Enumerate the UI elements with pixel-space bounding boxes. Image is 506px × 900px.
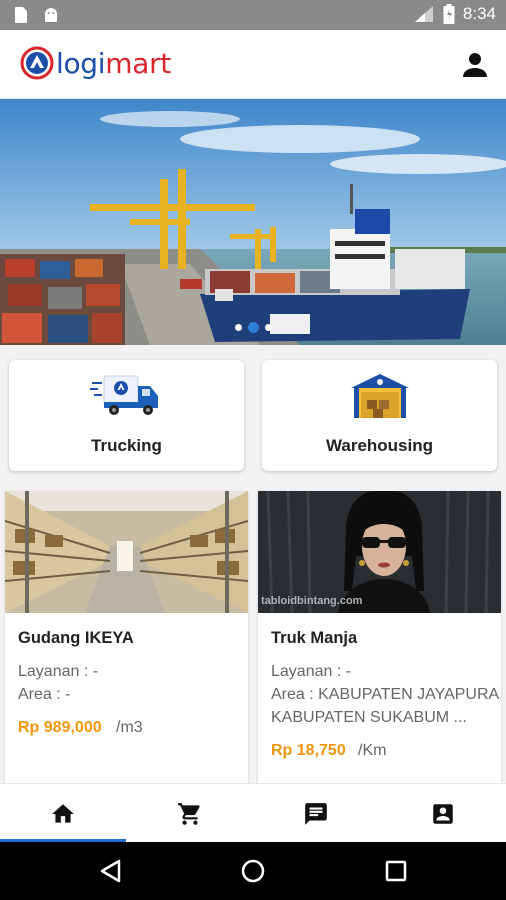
home-icon: [52, 803, 75, 823]
product-photo: tabloidbintang.com: [258, 491, 501, 613]
nav-chat[interactable]: [253, 784, 380, 843]
recents-icon[interactable]: [383, 858, 409, 884]
bottom-navigation: [0, 783, 506, 842]
product-area: Area : KABUPATEN JAYAPURA,: [271, 686, 501, 703]
sd-card-icon: [15, 7, 27, 23]
product-area-continued: KABUPATEN SUKABUM ...: [271, 709, 467, 726]
product-layanan: Layanan : -: [18, 663, 99, 680]
product-name: Truk Manja: [271, 629, 358, 647]
port-banner-image: [0, 99, 506, 345]
product-unit: /Km: [358, 742, 387, 759]
warehouse-photo: [5, 491, 248, 613]
product-card-truk-manja[interactable]: tabloidbintang.com Truk Manja Layanan : …: [258, 491, 501, 783]
product-name: Gudang IKEYA: [18, 629, 134, 647]
warehouse-icon: [350, 374, 409, 418]
banner-carousel[interactable]: [0, 99, 506, 345]
category-label: Warehousing: [325, 436, 434, 455]
chat-icon: [305, 802, 328, 825]
logimart-logo[interactable]: logimart: [20, 46, 171, 80]
category-label: Trucking: [91, 436, 162, 455]
product-price: Rp 18,750: [271, 742, 346, 759]
logo-text: logimart: [56, 46, 171, 80]
carousel-indicator: [0, 322, 506, 333]
android-icon: [45, 8, 57, 22]
category-trucking-card[interactable]: Trucking: [9, 360, 244, 471]
category-warehousing-card[interactable]: Warehousing: [262, 360, 497, 471]
product-area: Area : -: [18, 686, 71, 703]
carousel-dot-active[interactable]: [247, 322, 259, 333]
nav-account[interactable]: [380, 784, 506, 843]
photo-watermark: tabloidbintang.com: [261, 595, 363, 607]
back-icon[interactable]: [98, 858, 124, 884]
product-price: Rp 989,000: [18, 719, 102, 736]
product-card-gudang-ikeya[interactable]: Gudang IKEYA Layanan : - Area : - Rp 989…: [5, 491, 248, 783]
product-layanan: Layanan : -: [271, 663, 352, 680]
battery-icon: [443, 4, 455, 24]
person-icon[interactable]: [460, 50, 490, 80]
signal-icon: [414, 6, 433, 22]
carousel-dot[interactable]: [234, 324, 242, 331]
clock-time: 8:34: [462, 4, 496, 23]
system-navigation-bar: [0, 842, 506, 900]
cart-icon: [177, 802, 200, 825]
account-box-icon: [433, 803, 453, 824]
status-bar: 8:34: [0, 0, 506, 30]
home-circle-icon[interactable]: [240, 858, 266, 884]
truck-icon: [89, 375, 158, 415]
carousel-dot[interactable]: [264, 324, 272, 331]
logo-mark-icon: [20, 46, 54, 80]
nav-cart[interactable]: [127, 784, 254, 843]
nav-home[interactable]: [0, 784, 127, 843]
app-bar: logimart: [0, 30, 506, 99]
product-unit: /m3: [116, 719, 143, 736]
